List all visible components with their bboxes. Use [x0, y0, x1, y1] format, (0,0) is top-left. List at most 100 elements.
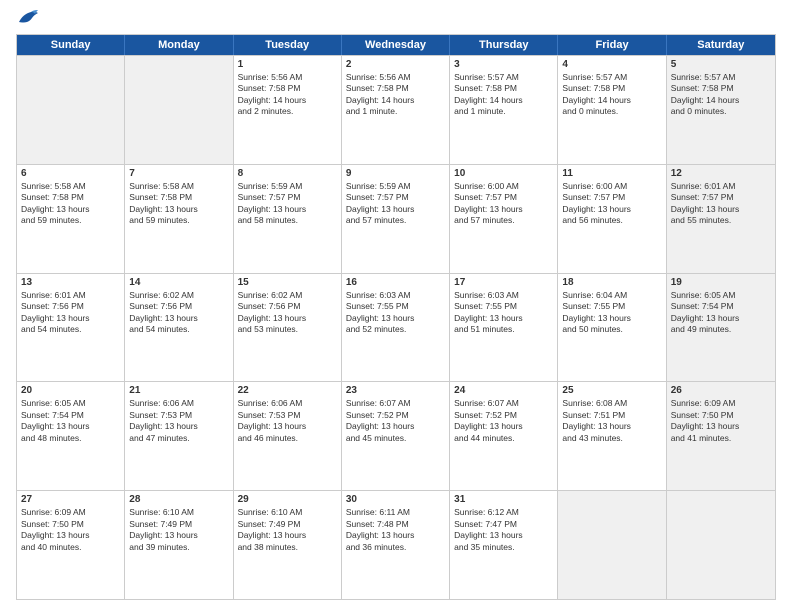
cell-text-line: Daylight: 13 hours: [346, 530, 445, 541]
cell-text-line: and 48 minutes.: [21, 433, 120, 444]
logo-bird-icon: [17, 10, 39, 28]
day-cell-28: 28Sunrise: 6:10 AMSunset: 7:49 PMDayligh…: [125, 491, 233, 599]
day-number: 1: [238, 59, 337, 70]
cell-text-line: and 58 minutes.: [238, 215, 337, 226]
cell-text-line: Daylight: 13 hours: [671, 313, 771, 324]
cell-text-line: Sunrise: 5:57 AM: [671, 72, 771, 83]
cell-text-line: Daylight: 13 hours: [346, 204, 445, 215]
cell-text-line: Daylight: 13 hours: [129, 313, 228, 324]
header: [16, 12, 776, 26]
cell-text-line: Sunset: 7:58 PM: [454, 83, 553, 94]
day-cell-18: 18Sunrise: 6:04 AMSunset: 7:55 PMDayligh…: [558, 274, 666, 382]
empty-cell-0-0: [17, 56, 125, 164]
day-cell-8: 8Sunrise: 5:59 AMSunset: 7:57 PMDaylight…: [234, 165, 342, 273]
calendar-row-1: 6Sunrise: 5:58 AMSunset: 7:58 PMDaylight…: [17, 164, 775, 273]
day-number: 28: [129, 494, 228, 505]
cell-text-line: Sunrise: 6:11 AM: [346, 507, 445, 518]
cell-text-line: Sunset: 7:50 PM: [671, 410, 771, 421]
cell-text-line: Sunrise: 5:58 AM: [21, 181, 120, 192]
cell-text-line: Sunrise: 5:56 AM: [238, 72, 337, 83]
cell-text-line: and 45 minutes.: [346, 433, 445, 444]
cell-text-line: and 41 minutes.: [671, 433, 771, 444]
day-number: 15: [238, 277, 337, 288]
day-number: 10: [454, 168, 553, 179]
day-cell-14: 14Sunrise: 6:02 AMSunset: 7:56 PMDayligh…: [125, 274, 233, 382]
day-number: 3: [454, 59, 553, 70]
cell-text-line: Sunset: 7:55 PM: [562, 301, 661, 312]
cell-text-line: Sunset: 7:57 PM: [671, 192, 771, 203]
day-number: 4: [562, 59, 661, 70]
cell-text-line: and 56 minutes.: [562, 215, 661, 226]
cell-text-line: Sunrise: 6:01 AM: [671, 181, 771, 192]
cell-text-line: Sunset: 7:58 PM: [562, 83, 661, 94]
day-cell-19: 19Sunrise: 6:05 AMSunset: 7:54 PMDayligh…: [667, 274, 775, 382]
day-cell-23: 23Sunrise: 6:07 AMSunset: 7:52 PMDayligh…: [342, 382, 450, 490]
cell-text-line: Daylight: 13 hours: [562, 204, 661, 215]
cell-text-line: Sunset: 7:49 PM: [129, 519, 228, 530]
cell-text-line: Daylight: 13 hours: [21, 530, 120, 541]
cell-text-line: Sunrise: 6:08 AM: [562, 398, 661, 409]
cell-text-line: Sunset: 7:57 PM: [238, 192, 337, 203]
cell-text-line: and 57 minutes.: [454, 215, 553, 226]
cell-text-line: Sunset: 7:58 PM: [238, 83, 337, 94]
cell-text-line: Daylight: 13 hours: [346, 313, 445, 324]
cell-text-line: Daylight: 14 hours: [238, 95, 337, 106]
day-number: 30: [346, 494, 445, 505]
cell-text-line: Sunset: 7:57 PM: [346, 192, 445, 203]
weekday-header-sunday: Sunday: [17, 35, 125, 55]
cell-text-line: Sunrise: 6:06 AM: [238, 398, 337, 409]
calendar-header: SundayMondayTuesdayWednesdayThursdayFrid…: [17, 35, 775, 55]
cell-text-line: Daylight: 13 hours: [21, 421, 120, 432]
cell-text-line: Sunset: 7:57 PM: [454, 192, 553, 203]
day-number: 20: [21, 385, 120, 396]
cell-text-line: Sunset: 7:51 PM: [562, 410, 661, 421]
day-cell-4: 4Sunrise: 5:57 AMSunset: 7:58 PMDaylight…: [558, 56, 666, 164]
weekday-header-wednesday: Wednesday: [342, 35, 450, 55]
day-cell-25: 25Sunrise: 6:08 AMSunset: 7:51 PMDayligh…: [558, 382, 666, 490]
cell-text-line: and 36 minutes.: [346, 542, 445, 553]
cell-text-line: Daylight: 13 hours: [454, 204, 553, 215]
cell-text-line: Sunset: 7:56 PM: [238, 301, 337, 312]
day-cell-10: 10Sunrise: 6:00 AMSunset: 7:57 PMDayligh…: [450, 165, 558, 273]
cell-text-line: Sunrise: 6:05 AM: [671, 290, 771, 301]
cell-text-line: Daylight: 13 hours: [21, 313, 120, 324]
weekday-header-thursday: Thursday: [450, 35, 558, 55]
cell-text-line: Sunrise: 5:59 AM: [238, 181, 337, 192]
day-number: 8: [238, 168, 337, 179]
day-cell-21: 21Sunrise: 6:06 AMSunset: 7:53 PMDayligh…: [125, 382, 233, 490]
day-number: 13: [21, 277, 120, 288]
cell-text-line: Daylight: 13 hours: [129, 204, 228, 215]
cell-text-line: and 0 minutes.: [562, 106, 661, 117]
cell-text-line: and 51 minutes.: [454, 324, 553, 335]
day-cell-9: 9Sunrise: 5:59 AMSunset: 7:57 PMDaylight…: [342, 165, 450, 273]
cell-text-line: Daylight: 13 hours: [21, 204, 120, 215]
day-number: 29: [238, 494, 337, 505]
day-number: 7: [129, 168, 228, 179]
day-cell-22: 22Sunrise: 6:06 AMSunset: 7:53 PMDayligh…: [234, 382, 342, 490]
cell-text-line: Daylight: 13 hours: [454, 421, 553, 432]
cell-text-line: and 43 minutes.: [562, 433, 661, 444]
day-number: 11: [562, 168, 661, 179]
day-number: 24: [454, 385, 553, 396]
cell-text-line: Daylight: 14 hours: [454, 95, 553, 106]
calendar-row-2: 13Sunrise: 6:01 AMSunset: 7:56 PMDayligh…: [17, 273, 775, 382]
day-number: 2: [346, 59, 445, 70]
day-cell-3: 3Sunrise: 5:57 AMSunset: 7:58 PMDaylight…: [450, 56, 558, 164]
day-number: 21: [129, 385, 228, 396]
day-cell-16: 16Sunrise: 6:03 AMSunset: 7:55 PMDayligh…: [342, 274, 450, 382]
weekday-header-monday: Monday: [125, 35, 233, 55]
cell-text-line: and 59 minutes.: [129, 215, 228, 226]
cell-text-line: Daylight: 13 hours: [454, 313, 553, 324]
logo: [16, 12, 39, 26]
cell-text-line: and 54 minutes.: [129, 324, 228, 335]
cell-text-line: and 39 minutes.: [129, 542, 228, 553]
day-number: 27: [21, 494, 120, 505]
cell-text-line: Sunrise: 6:02 AM: [129, 290, 228, 301]
cell-text-line: Sunrise: 6:09 AM: [21, 507, 120, 518]
day-cell-24: 24Sunrise: 6:07 AMSunset: 7:52 PMDayligh…: [450, 382, 558, 490]
calendar-row-0: 1Sunrise: 5:56 AMSunset: 7:58 PMDaylight…: [17, 55, 775, 164]
day-cell-5: 5Sunrise: 5:57 AMSunset: 7:58 PMDaylight…: [667, 56, 775, 164]
cell-text-line: and 40 minutes.: [21, 542, 120, 553]
day-number: 26: [671, 385, 771, 396]
cell-text-line: Sunset: 7:52 PM: [454, 410, 553, 421]
